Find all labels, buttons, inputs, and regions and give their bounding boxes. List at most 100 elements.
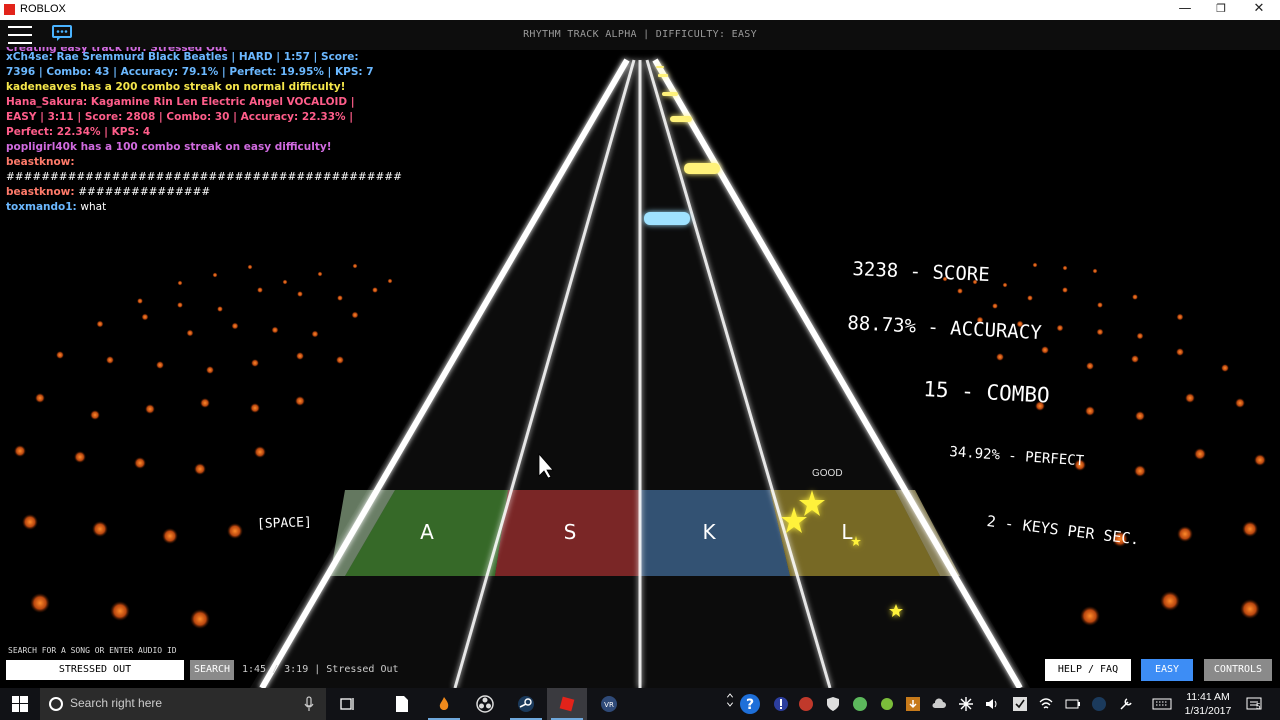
lane-key-a: A bbox=[420, 520, 434, 544]
lane-key-l: L bbox=[841, 520, 853, 544]
taskbar-roblox-app[interactable] bbox=[547, 688, 587, 720]
background-dot bbox=[996, 353, 1004, 361]
background-dot bbox=[200, 398, 210, 408]
now-playing: 1:45 / 3:19 | Stressed Out bbox=[242, 664, 399, 675]
background-dot bbox=[1032, 262, 1038, 268]
note-l bbox=[684, 163, 720, 174]
battery-icon[interactable] bbox=[1065, 696, 1081, 712]
background-dot bbox=[177, 302, 183, 308]
background-dot bbox=[1177, 526, 1193, 542]
chat-message: beastknow: #############################… bbox=[6, 155, 402, 185]
background-dot bbox=[1235, 398, 1245, 408]
background-dot bbox=[231, 322, 239, 330]
background-dot bbox=[1027, 295, 1033, 301]
background-dot bbox=[1086, 362, 1094, 370]
background-dot bbox=[106, 356, 114, 364]
search-button[interactable]: SEARCH bbox=[190, 660, 234, 680]
snowflake-icon[interactable] bbox=[958, 696, 974, 712]
background-dot bbox=[1176, 313, 1184, 321]
background-dot bbox=[250, 403, 260, 413]
help-faq-button[interactable]: HELP / FAQ bbox=[1045, 659, 1131, 681]
microphone-icon[interactable] bbox=[304, 696, 314, 712]
tool-tray-icon[interactable] bbox=[1118, 696, 1134, 712]
chat-message-author: beastknow: bbox=[6, 156, 75, 168]
song-search-input[interactable]: STRESSED OUT bbox=[6, 660, 184, 680]
background-dot bbox=[336, 356, 344, 364]
check-tray-icon[interactable] bbox=[1012, 696, 1028, 712]
taskbar-search[interactable]: Search right here bbox=[40, 688, 326, 720]
background-dot bbox=[295, 396, 305, 406]
cloud-icon[interactable] bbox=[931, 696, 947, 712]
background-dot bbox=[177, 280, 183, 286]
controls-button[interactable]: CONTROLS bbox=[1204, 659, 1272, 681]
clock-time: 11:41 AM bbox=[1186, 691, 1230, 703]
file-icon bbox=[396, 696, 408, 712]
background-dot bbox=[251, 359, 259, 367]
windows-taskbar: Search right here VR ? 11:41 AM 1/31/201… bbox=[0, 688, 1280, 720]
background-dot bbox=[247, 264, 253, 270]
background-dot bbox=[1194, 448, 1206, 460]
task-view-button[interactable] bbox=[327, 688, 367, 720]
close-button[interactable]: ✕ bbox=[1240, 0, 1278, 20]
background-dot bbox=[296, 352, 304, 360]
steam-tray-icon[interactable] bbox=[1091, 696, 1107, 712]
easy-difficulty-button[interactable]: EASY bbox=[1141, 659, 1193, 681]
minimize-button[interactable]: — bbox=[1166, 0, 1204, 20]
background-dot bbox=[387, 278, 393, 284]
chat-message-author: beastknow: bbox=[6, 186, 75, 198]
chat-log: Creating easy track for: Stressed Out xC… bbox=[6, 47, 402, 215]
background-dot bbox=[96, 320, 104, 328]
taskbar-obs-app[interactable] bbox=[465, 688, 505, 720]
taskbar-steam-app[interactable] bbox=[506, 688, 546, 720]
chat-message-text: ########################################… bbox=[6, 171, 402, 183]
download-tray-icon[interactable] bbox=[905, 696, 921, 712]
chat-message: beastknow: ############### bbox=[6, 185, 386, 200]
roblox-icon bbox=[559, 696, 575, 712]
background-dot bbox=[254, 446, 266, 458]
tray-overflow-icon[interactable] bbox=[722, 692, 738, 708]
background-dot bbox=[1041, 346, 1049, 354]
background-dot bbox=[1135, 411, 1145, 421]
background-dot bbox=[337, 295, 343, 301]
background-dot bbox=[217, 306, 223, 312]
maximize-button[interactable]: ❐ bbox=[1202, 0, 1240, 20]
background-dot bbox=[194, 463, 206, 475]
wifi-icon[interactable] bbox=[1038, 696, 1054, 712]
taskbar-file-app[interactable] bbox=[382, 688, 422, 720]
game-header: RHYTHM TRACK ALPHA | DIFFICULTY: EASY bbox=[0, 20, 1280, 50]
start-button[interactable] bbox=[0, 688, 40, 720]
taskbar-vr-app[interactable]: VR bbox=[589, 688, 629, 720]
background-dot bbox=[1254, 454, 1266, 466]
game-viewport[interactable]: RHYTHM TRACK ALPHA | DIFFICULTY: EASY Cr… bbox=[0, 20, 1280, 688]
background-dot bbox=[1134, 465, 1146, 477]
background-dot bbox=[74, 451, 86, 463]
background-dot bbox=[56, 351, 64, 359]
background-dot bbox=[271, 326, 279, 334]
background-dot bbox=[1176, 348, 1184, 356]
background-dot bbox=[351, 311, 359, 319]
taskbar-clock[interactable]: 11:41 AM 1/31/2017 bbox=[1178, 690, 1238, 718]
window-titlebar: ROBLOX — ❐ ✕ bbox=[0, 0, 1280, 20]
lane-key-k: K bbox=[702, 520, 716, 544]
window-title: ROBLOX bbox=[20, 3, 66, 15]
gear-app-tray-icon[interactable] bbox=[879, 696, 895, 712]
volume-icon[interactable] bbox=[984, 696, 1000, 712]
background-dot bbox=[1136, 332, 1144, 340]
task-view-icon bbox=[340, 698, 354, 710]
taskbar-flame-app[interactable] bbox=[424, 688, 464, 720]
hit-rating: GOOD bbox=[812, 468, 843, 479]
flame-icon bbox=[439, 697, 449, 710]
red-app-tray-icon[interactable] bbox=[798, 696, 814, 712]
vr-icon: VR bbox=[601, 696, 617, 712]
help-tray-icon[interactable]: ? bbox=[739, 693, 761, 715]
windows-logo-icon bbox=[12, 696, 28, 712]
note-k bbox=[644, 212, 690, 225]
background-dot bbox=[1240, 599, 1260, 619]
green-app-tray-icon[interactable] bbox=[852, 696, 868, 712]
background-dot bbox=[372, 287, 378, 293]
keyboard-icon[interactable] bbox=[1152, 696, 1172, 712]
note-l bbox=[656, 66, 664, 68]
shield-icon[interactable] bbox=[825, 696, 841, 712]
background-dot bbox=[206, 366, 214, 374]
alert-tray-icon[interactable] bbox=[773, 696, 789, 712]
